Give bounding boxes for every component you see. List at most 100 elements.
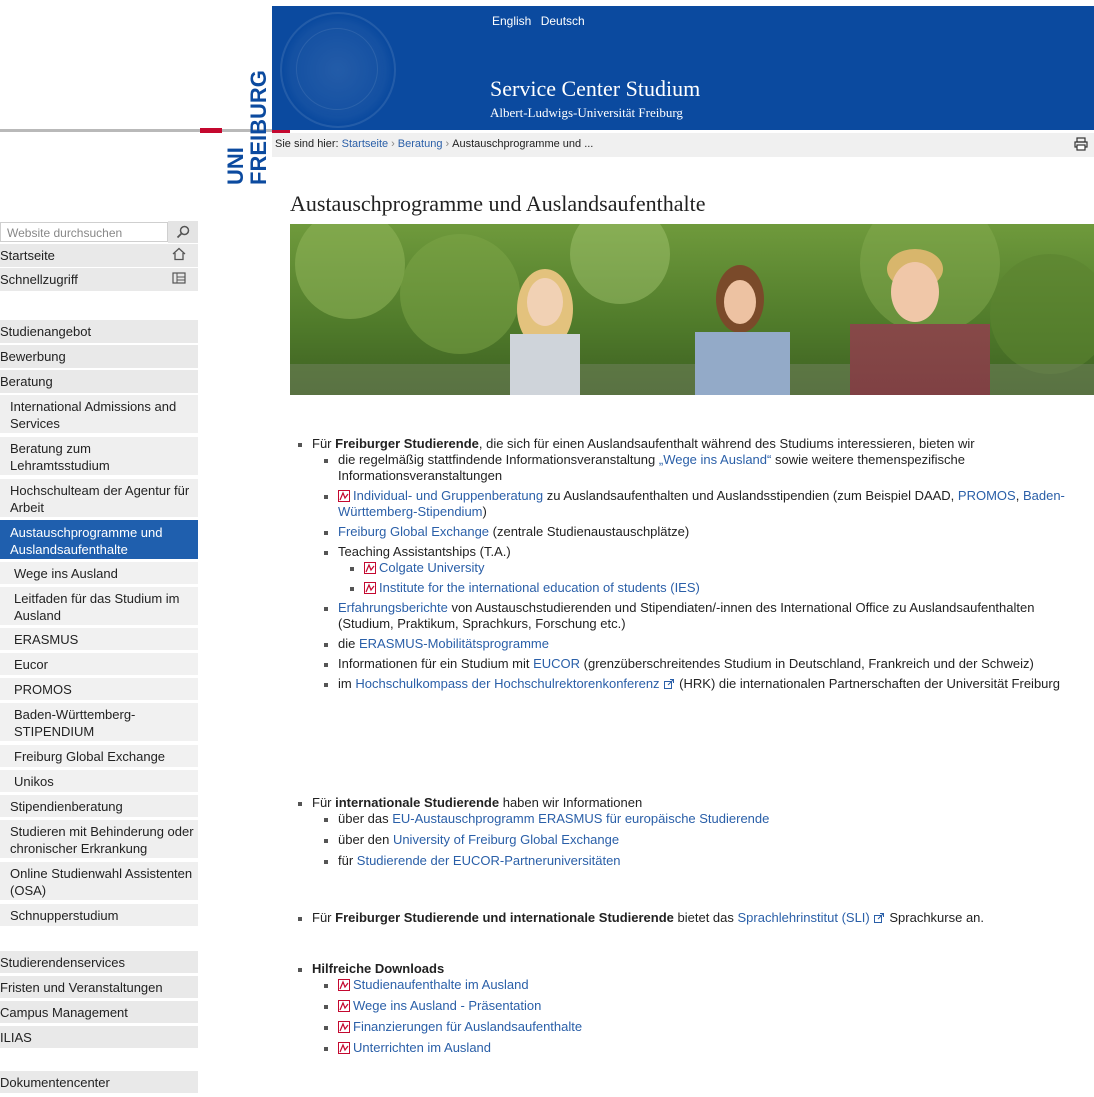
list-item: Erfahrungsberichte von Austauschstudiere… bbox=[324, 600, 1093, 632]
link-eu-austausch-erasmus[interactable]: EU-Austauschprogramm ERASMUS für europäi… bbox=[392, 811, 769, 826]
list-item: Individual- und Gruppenberatung zu Ausla… bbox=[324, 488, 1093, 520]
pdf-icon bbox=[338, 1000, 350, 1012]
list-internationale-studierende: Für internationale Studierende haben wir… bbox=[298, 795, 1093, 873]
list-item: Freiburg Global Exchange (zentrale Studi… bbox=[324, 524, 1093, 540]
svg-text:UNI: UNI bbox=[223, 147, 248, 185]
link-promos[interactable]: PROMOS bbox=[958, 488, 1016, 503]
sidebar-item-schnellzugriff[interactable]: Schnellzugriff bbox=[0, 268, 198, 292]
sidebar-item-beratung-lehramt[interactable]: Beratung zum Lehramtsstudium bbox=[0, 437, 198, 476]
pdf-icon bbox=[338, 1042, 350, 1054]
download-link[interactable]: Unterrichten im Ausland bbox=[353, 1040, 491, 1055]
pdf-icon bbox=[364, 582, 376, 594]
svg-text:FREIBURG: FREIBURG bbox=[246, 70, 270, 185]
breadcrumb-beratung[interactable]: Beratung bbox=[398, 138, 443, 150]
sidebar-item-bewerbung[interactable]: Bewerbung bbox=[0, 345, 198, 369]
breadcrumb: Sie sind hier: Startseite › Beratung › Austa… bbox=[272, 133, 1094, 157]
search-button[interactable] bbox=[168, 221, 198, 243]
list-item: über das EU-Austauschprogramm ERASMUS fü… bbox=[324, 811, 1093, 827]
sidebar-item-studienangebot[interactable]: Studienangebot bbox=[0, 320, 198, 344]
downloads-heading: Hilfreiche Downloads bbox=[312, 961, 445, 976]
list-item: Für internationale Studierende haben wir… bbox=[298, 795, 1093, 869]
list-item: Colgate University bbox=[350, 560, 1093, 576]
pdf-icon bbox=[364, 562, 376, 574]
sidebar-item-erasmus[interactable]: ERASMUS bbox=[0, 628, 198, 651]
search-icon bbox=[176, 225, 190, 239]
sidebar-item-austauschprogramme[interactable]: Austauschprogramme und Auslandsaufenthal… bbox=[0, 520, 198, 560]
list-item: Hilfreiche Downloads Studienaufenthalte … bbox=[298, 961, 1093, 1056]
download-link[interactable]: Studienaufenthalte im Ausland bbox=[353, 977, 529, 992]
link-colgate[interactable]: Colgate University bbox=[379, 560, 485, 575]
uni-freiburg-logo[interactable]: UNI FREIBURG bbox=[222, 44, 270, 190]
sidebar-item-promos[interactable]: PROMOS bbox=[0, 678, 198, 701]
university-seal-inner-ring bbox=[296, 28, 378, 110]
sidebar-item-beratung[interactable]: Beratung bbox=[0, 370, 198, 394]
sidebar-item-leitfaden[interactable]: Leitfaden für das Studium im Ausland bbox=[0, 587, 198, 626]
sidebar-item-bw-stipendium[interactable]: Baden-Württemberg-STIPENDIUM bbox=[0, 703, 198, 742]
sidebar-item-behinderung[interactable]: Studieren mit Behinderung oder chronisch… bbox=[0, 820, 198, 859]
sidebar-item-studierendenservices[interactable]: Studierendenservices bbox=[0, 951, 198, 974]
link-ies[interactable]: Institute for the international educatio… bbox=[379, 580, 700, 595]
download-link[interactable]: Wege ins Ausland - Präsentation bbox=[353, 998, 541, 1013]
breadcrumb-prefix: Sie sind hier: bbox=[275, 138, 339, 150]
download-link[interactable]: Finanzierungen für Auslandsaufenthalte bbox=[353, 1019, 582, 1034]
list-item: die regelmäßig stattfindende Information… bbox=[324, 452, 1093, 484]
site-title[interactable]: Service Center Studium bbox=[490, 76, 700, 102]
sidebar-item-schnupperstudium[interactable]: Schnupperstudium bbox=[0, 904, 198, 927]
quickaccess-icon bbox=[172, 272, 186, 284]
pdf-icon bbox=[338, 1021, 350, 1033]
list-item: über den University of Freiburg Global E… bbox=[324, 832, 1093, 848]
lang-english-link[interactable]: English bbox=[492, 14, 531, 28]
site-subtitle: Albert-Ludwigs-Universität Freiburg bbox=[490, 105, 683, 120]
sidebar-item-freiburg-global-exchange[interactable]: Freiburg Global Exchange bbox=[0, 745, 198, 768]
link-erfahrungsberichte[interactable]: Erfahrungsberichte bbox=[338, 600, 448, 615]
list-sprachkurse: Für Freiburger Studierende und internati… bbox=[298, 910, 1093, 930]
sidebar-item-ilias[interactable]: ILIAS bbox=[0, 1026, 198, 1049]
list-item: Für Freiburger Studierende, die sich für… bbox=[298, 436, 1093, 692]
logo-red-accent bbox=[200, 128, 222, 133]
page-title: Austauschprogramme und Auslandsaufenthal… bbox=[290, 191, 706, 216]
home-icon bbox=[172, 247, 186, 261]
external-link-icon bbox=[873, 913, 884, 923]
breadcrumb-startseite[interactable]: Startseite bbox=[342, 138, 388, 150]
link-wege-ins-ausland[interactable]: „Wege ins Ausland“ bbox=[659, 452, 772, 467]
list-item: Institute for the international educatio… bbox=[350, 580, 1093, 596]
list-item: Teaching Assistantships (T.A.) Colgate U… bbox=[324, 544, 1093, 596]
sidebar-item-international-admissions[interactable]: International Admissions and Services bbox=[0, 395, 198, 434]
sidebar-item-hochschulteam[interactable]: Hochschulteam der Agentur für Arbeit bbox=[0, 479, 198, 518]
search-input[interactable]: Website durchsuchen bbox=[0, 222, 168, 242]
sidebar-item-startseite[interactable]: Startseite bbox=[0, 244, 198, 268]
link-individualberatung[interactable]: Individual- und Gruppenberatung bbox=[353, 488, 543, 503]
link-sprachlehrinstitut[interactable]: Sprachlehrinstitut (SLI) bbox=[738, 910, 870, 925]
pdf-icon bbox=[338, 490, 350, 502]
link-university-global-exchange[interactable]: University of Freiburg Global Exchange bbox=[393, 832, 619, 847]
list-item: Wege ins Ausland - Präsentation bbox=[324, 998, 1093, 1014]
sidebar-item-eucor[interactable]: Eucor bbox=[0, 653, 198, 676]
list-item: Informationen für ein Studium mit EUCOR … bbox=[324, 656, 1093, 672]
list-freiburger-studierende: Für Freiburger Studierende, die sich für… bbox=[298, 436, 1093, 696]
list-item: Studienaufenthalte im Ausland bbox=[324, 977, 1093, 993]
list-item: Finanzierungen für Auslandsaufenthalte bbox=[324, 1019, 1093, 1035]
list-item: Unterrichten im Ausland bbox=[324, 1040, 1093, 1056]
list-item: Für Freiburger Studierende und internati… bbox=[298, 910, 1093, 926]
sidebar-item-campus-management[interactable]: Campus Management bbox=[0, 1001, 198, 1024]
link-hochschulkompass[interactable]: Hochschulkompass der Hochschulrektorenko… bbox=[355, 676, 659, 691]
print-icon[interactable] bbox=[1074, 137, 1088, 151]
lang-deutsch-link[interactable]: Deutsch bbox=[541, 14, 585, 28]
sidebar-item-stipendienberatung[interactable]: Stipendienberatung bbox=[0, 795, 198, 818]
list-downloads: Hilfreiche Downloads Studienaufenthalte … bbox=[298, 961, 1093, 1060]
list-item: die ERASMUS-Mobilitätsprogramme bbox=[324, 636, 1093, 652]
sidebar-item-wege-ins-ausland[interactable]: Wege ins Ausland bbox=[0, 562, 198, 585]
sidebar-item-unikos[interactable]: Unikos bbox=[0, 770, 198, 793]
sidebar-item-dokumentencenter[interactable]: Dokumentencenter bbox=[0, 1071, 198, 1094]
list-item: für Studierende der EUCOR-Partnerunivers… bbox=[324, 853, 1093, 869]
link-eucor[interactable]: EUCOR bbox=[533, 656, 580, 671]
link-erasmus-mobilitaet[interactable]: ERASMUS-Mobilitätsprogramme bbox=[359, 636, 549, 651]
hero-photo-students bbox=[290, 224, 1094, 395]
link-eucor-partner[interactable]: Studierende der EUCOR-Partneruniversität… bbox=[357, 853, 621, 868]
link-freiburg-global-exchange[interactable]: Freiburg Global Exchange bbox=[338, 524, 489, 539]
site-header: English Deutsch Service Center Studium A… bbox=[272, 6, 1094, 130]
pdf-icon bbox=[338, 979, 350, 991]
list-item: im Hochschulkompass der Hochschulrektore… bbox=[324, 676, 1093, 692]
sidebar-item-osa[interactable]: Online Studienwahl Assistenten (OSA) bbox=[0, 862, 198, 901]
sidebar-item-fristen[interactable]: Fristen und Veranstaltungen bbox=[0, 976, 198, 999]
